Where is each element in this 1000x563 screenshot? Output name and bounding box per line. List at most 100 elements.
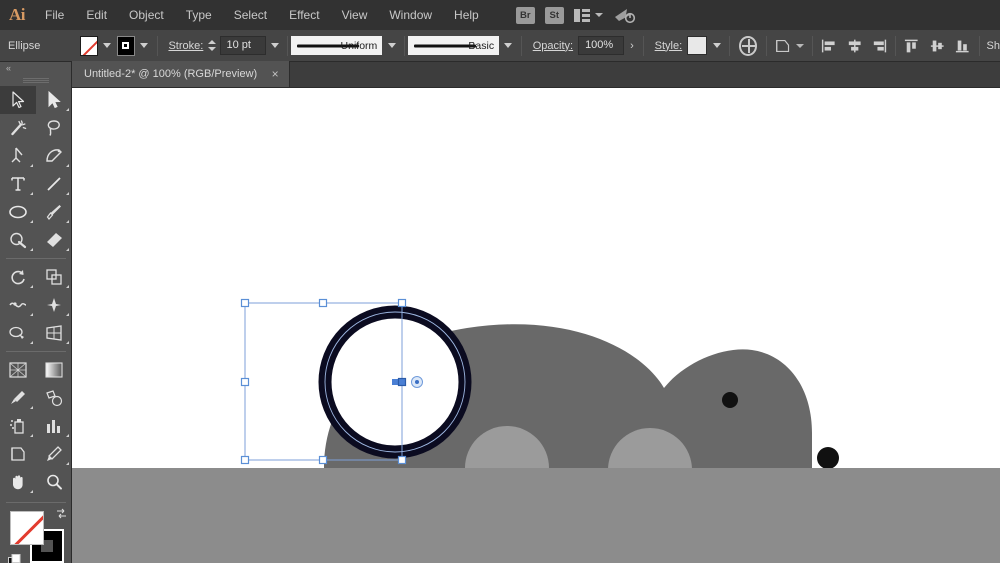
pen-tool[interactable] xyxy=(0,142,36,170)
stroke-weight-stepper[interactable] xyxy=(208,37,217,55)
align-bottom-icon[interactable] xyxy=(955,38,970,54)
line-segment-tool[interactable] xyxy=(36,170,72,198)
swap-fill-stroke-icon[interactable] xyxy=(55,507,68,520)
align-right-icon[interactable] xyxy=(872,38,887,54)
basic-brush-icon xyxy=(413,44,476,47)
close-icon[interactable]: × xyxy=(269,68,281,80)
align-left-icon[interactable] xyxy=(821,38,836,54)
style-dropdown-arrow[interactable] xyxy=(710,36,723,56)
paintbrush-tool[interactable] xyxy=(36,198,72,226)
ellipse-tool[interactable] xyxy=(0,198,36,226)
brush-definition-select[interactable]: Basic xyxy=(407,36,500,55)
control-bar-overflow-label[interactable]: Sh xyxy=(983,40,1000,52)
tools-panel: « xyxy=(0,62,72,563)
cloud-sync-icon[interactable] xyxy=(613,6,637,24)
stroke-profile-select[interactable]: Uniform xyxy=(291,36,383,55)
arrange-documents-button[interactable] xyxy=(573,8,603,22)
selection-tool[interactable] xyxy=(0,86,36,114)
stroke-dropdown-arrow[interactable] xyxy=(138,36,151,56)
menu-edit[interactable]: Edit xyxy=(75,0,118,30)
artboard-tool[interactable] xyxy=(0,440,36,468)
scale-tool[interactable] xyxy=(36,263,72,291)
menu-file[interactable]: File xyxy=(34,0,75,30)
menu-object[interactable]: Object xyxy=(118,0,175,30)
separator xyxy=(520,35,522,56)
align-top-icon[interactable] xyxy=(904,38,919,54)
menu-bar: Ai File Edit Object Type Select Effect V… xyxy=(0,0,1000,30)
menu-window[interactable]: Window xyxy=(378,0,443,30)
transform-shape-icon[interactable] xyxy=(774,37,794,55)
type-tool[interactable] xyxy=(0,170,36,198)
collapse-panel-button[interactable]: « xyxy=(0,62,71,75)
stroke-weight-dropdown-arrow[interactable] xyxy=(269,36,282,56)
symbol-sprayer-tool[interactable] xyxy=(0,412,36,440)
column-graph-tool[interactable] xyxy=(36,412,72,440)
control-bar: Ellipse Stroke: 10 pt Uniform Basic Opac… xyxy=(0,30,1000,62)
menu-type[interactable]: Type xyxy=(175,0,223,30)
recolor-artwork-icon[interactable] xyxy=(738,35,758,56)
align-vertical-center-icon[interactable] xyxy=(930,38,945,54)
brush-definition-dropdown-arrow[interactable] xyxy=(502,36,515,56)
mouse-rear-leg xyxy=(608,428,692,468)
shape-builder-tool[interactable] xyxy=(0,319,36,347)
magic-wand-tool[interactable] xyxy=(0,114,36,142)
stroke-color-swatch[interactable] xyxy=(116,35,135,56)
separator xyxy=(978,35,980,56)
mouse-eye xyxy=(722,392,738,408)
stroke-profile-dropdown-arrow[interactable] xyxy=(385,36,398,56)
perspective-grid-tool[interactable] xyxy=(36,319,72,347)
slice-tool[interactable] xyxy=(36,440,72,468)
menu-select[interactable]: Select xyxy=(223,0,278,30)
zoom-tool[interactable] xyxy=(36,468,72,496)
menu-effect[interactable]: Effect xyxy=(278,0,330,30)
style-label[interactable]: Style: xyxy=(647,40,688,52)
toolbar-divider xyxy=(6,351,66,352)
eyedropper-tool[interactable] xyxy=(0,384,36,412)
rotate-tool[interactable] xyxy=(0,263,36,291)
fill-color-swatch[interactable] xyxy=(79,35,98,56)
opacity-label[interactable]: Opacity: xyxy=(525,40,578,52)
menu-view[interactable]: View xyxy=(331,0,379,30)
graphic-style-swatch[interactable] xyxy=(687,36,708,55)
arrange-layout-icon xyxy=(573,8,590,22)
separator xyxy=(287,35,289,56)
stroke-weight-label[interactable]: Stroke: xyxy=(160,40,208,52)
document-tab-bar: Untitled-2* @ 100% (RGB/Preview) × xyxy=(72,61,1000,88)
transform-dropdown-arrow[interactable] xyxy=(796,43,805,48)
fill-dropdown-arrow[interactable] xyxy=(101,36,114,56)
toolbar-divider xyxy=(6,502,66,503)
separator xyxy=(404,35,405,56)
free-transform-tool[interactable] xyxy=(36,291,72,319)
opacity-input[interactable]: 100% xyxy=(578,36,625,55)
width-tool[interactable] xyxy=(0,291,36,319)
bridge-app-button[interactable]: Br xyxy=(515,6,535,24)
stroke-weight-input[interactable]: 10 pt xyxy=(219,36,266,55)
separator xyxy=(895,35,897,56)
lasso-tool[interactable] xyxy=(36,114,72,142)
shaper-tool[interactable] xyxy=(0,226,36,254)
align-horizontal-center-icon[interactable] xyxy=(847,38,862,54)
separator xyxy=(729,35,730,56)
mouse-front-leg xyxy=(465,426,549,468)
selected-ellipse[interactable] xyxy=(318,305,472,459)
curvature-tool[interactable] xyxy=(36,142,72,170)
menu-help[interactable]: Help xyxy=(443,0,490,30)
hand-tool[interactable] xyxy=(0,468,36,496)
stroke-profile-value: Uniform xyxy=(340,39,378,52)
stock-app-button[interactable]: St xyxy=(544,6,564,24)
fill-none-swatch[interactable] xyxy=(10,511,44,545)
document-tab[interactable]: Untitled-2* @ 100% (RGB/Preview) × xyxy=(72,61,291,87)
app-logo-icon: Ai xyxy=(9,5,26,24)
mouse-illustration[interactable] xyxy=(72,88,1000,563)
chevron-down-icon xyxy=(594,13,603,17)
default-fill-stroke-icon[interactable] xyxy=(8,554,21,563)
opacity-expand-arrow[interactable]: › xyxy=(624,40,640,52)
mesh-tool[interactable] xyxy=(0,356,36,384)
panel-drag-handle[interactable] xyxy=(0,75,71,86)
gradient-tool[interactable] xyxy=(36,356,72,384)
canvas-area[interactable] xyxy=(72,88,1000,563)
separator xyxy=(156,35,158,56)
direct-selection-tool[interactable] xyxy=(36,86,72,114)
eraser-tool[interactable] xyxy=(36,226,72,254)
blend-tool[interactable] xyxy=(36,384,72,412)
